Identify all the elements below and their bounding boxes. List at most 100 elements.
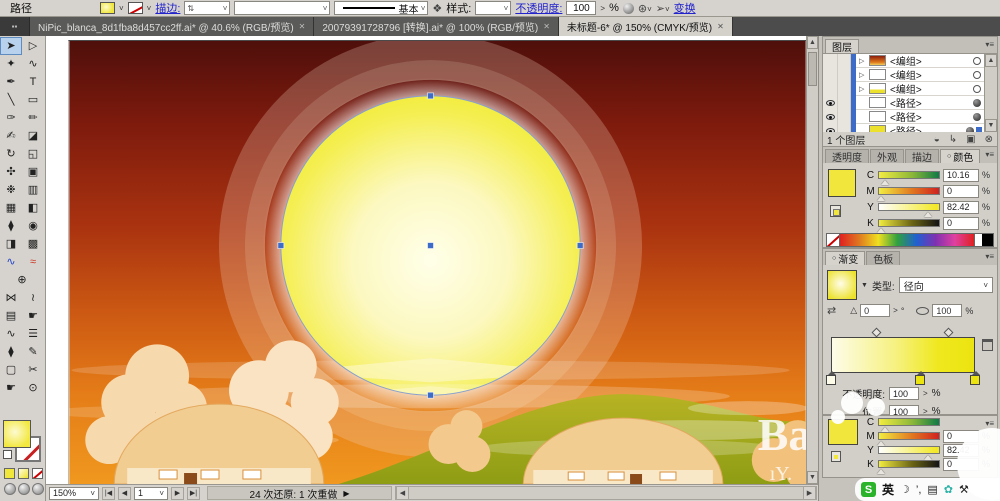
stroke-link[interactable]: 描边:: [155, 0, 180, 16]
new-layer-icon[interactable]: ▣: [966, 134, 975, 145]
expand-icon[interactable]: ▷: [859, 71, 869, 79]
last-page-button[interactable]: ▶|: [187, 486, 200, 500]
mesh-grid-tool[interactable]: ▤: [0, 307, 22, 325]
globe-tool[interactable]: ⊕: [0, 271, 44, 289]
scroll-down-icon[interactable]: ▼: [985, 119, 997, 132]
screen-mode-normal[interactable]: [4, 483, 16, 495]
eraser-tool[interactable]: ◪: [22, 127, 44, 145]
expand-icon[interactable]: ▷: [859, 85, 869, 93]
reverse-gradient-icon[interactable]: ⇄: [827, 304, 836, 317]
yellow-slider[interactable]: [878, 203, 940, 217]
lock-toggle[interactable]: [838, 95, 851, 110]
wave-tool[interactable]: ≈: [22, 253, 44, 271]
visibility-toggle[interactable]: [823, 95, 838, 110]
lock-toggle[interactable]: [838, 109, 851, 124]
recolor-artwork-icon[interactable]: ⊛˅: [638, 2, 652, 15]
select-similar-icon[interactable]: ➢˅: [656, 2, 670, 15]
gradient-midpoint[interactable]: [871, 327, 882, 338]
artboard-tool[interactable]: ▢: [0, 361, 22, 379]
horizontal-scrollbar[interactable]: ◀ ▶: [395, 486, 817, 500]
slider-handle[interactable]: [876, 196, 885, 201]
direct-selection-tool[interactable]: ▷: [22, 37, 44, 55]
color-spectrum-bar[interactable]: [826, 233, 994, 247]
pen-tool[interactable]: ✒: [0, 73, 22, 91]
zoom-level-dropdown[interactable]: 150% ˅: [49, 486, 99, 500]
lasso-tool[interactable]: ∿: [22, 55, 44, 73]
new-sublayer-icon[interactable]: ↳: [949, 134, 957, 145]
eyedropper-tool[interactable]: ⧫: [0, 217, 22, 235]
scroll-left-icon[interactable]: ◀: [396, 487, 409, 499]
ink-dropper-tool[interactable]: ⧫: [0, 343, 22, 361]
page-number-field[interactable]: 1 ˅: [134, 486, 168, 500]
panel-menu-icon[interactable]: ▾≡: [985, 252, 994, 261]
gradient-tool[interactable]: ◧: [22, 199, 44, 217]
target-icon[interactable]: [973, 112, 981, 121]
visibility-toggle[interactable]: [823, 54, 838, 68]
tab-transparency[interactable]: 透明度: [825, 149, 869, 164]
close-tab-icon[interactable]: ✕: [717, 22, 724, 31]
scroll-right-icon[interactable]: ▶: [803, 487, 816, 499]
target-icon[interactable]: [973, 98, 981, 107]
free-transform-tool[interactable]: ▣: [22, 163, 44, 181]
path-scribble-tool[interactable]: ∿: [0, 325, 22, 343]
hand-tool[interactable]: ☛: [0, 379, 22, 397]
visibility-toggle[interactable]: [823, 109, 838, 124]
mesh-tool[interactable]: ▦: [0, 199, 22, 217]
bristle-brush-icon[interactable]: ❖: [432, 2, 442, 15]
spectrum-ramp[interactable]: [840, 234, 974, 246]
keyboard-icon[interactable]: ▤: [927, 483, 937, 496]
magenta-value-field[interactable]: 0: [943, 184, 979, 198]
gradient-swatch-dropdown-icon[interactable]: ▼: [861, 282, 868, 289]
opacity-link[interactable]: 不透明度:: [515, 0, 562, 16]
warp-tool[interactable]: ✣: [0, 163, 22, 181]
punctuation-icon[interactable]: ’,: [916, 484, 922, 496]
white-swatch[interactable]: [974, 234, 982, 246]
document-tab-3-active[interactable]: 未标题-6* @ 150% (CMYK/预览) ✕: [558, 17, 733, 36]
close-tab-icon[interactable]: ✕: [299, 22, 306, 31]
document-tab-1[interactable]: NiPic_blanca_8d1fba8d457cc2ff.ai* @ 40.6…: [30, 17, 315, 36]
none-swatch[interactable]: [827, 234, 840, 246]
target-icon[interactable]: [966, 126, 974, 132]
width-profile-dropdown[interactable]: ˅: [234, 1, 331, 15]
gradient-opacity-field[interactable]: 100: [889, 387, 919, 400]
lock-toggle[interactable]: [838, 54, 851, 68]
blend-tool[interactable]: ◉: [22, 217, 44, 235]
next-page-button[interactable]: ▶: [171, 486, 184, 500]
cyan-value-field[interactable]: 10.16: [943, 168, 979, 182]
prev-page-button[interactable]: ◀: [118, 486, 131, 500]
vertical-scroll-thumb[interactable]: [808, 52, 817, 86]
layer-row[interactable]: ▷ <路径>: [823, 123, 997, 132]
column-graph-tool[interactable]: ▥: [22, 181, 44, 199]
delete-layer-icon[interactable]: ⊗: [985, 134, 993, 145]
panel-menu-icon[interactable]: ▾≡: [985, 419, 994, 428]
slider-handle[interactable]: [876, 469, 885, 474]
live-paint-bucket-tool[interactable]: ◨: [0, 235, 22, 253]
banner-tool[interactable]: ≀: [22, 289, 44, 307]
magic-wand-tool[interactable]: ✦: [0, 55, 22, 73]
make-clip-mask-icon[interactable]: ◒: [934, 134, 940, 145]
fill-proxy-swatch[interactable]: [828, 419, 858, 445]
stroke-weight-spinner[interactable]: ⇅ ˅: [184, 1, 231, 15]
moon-icon[interactable]: ☽: [900, 483, 910, 496]
delete-stop-icon[interactable]: [982, 339, 993, 351]
fill-proxy-swatch[interactable]: [828, 169, 856, 197]
black-slider[interactable]: [876, 219, 940, 233]
black-value-field[interactable]: 0: [943, 216, 979, 230]
default-colors-icon[interactable]: [3, 450, 12, 459]
rectangle-tool[interactable]: ▭: [22, 91, 44, 109]
stroke-proxy-swatch[interactable]: [831, 451, 841, 462]
layer-row[interactable]: ▷ <编组>: [823, 81, 997, 96]
yellow-slider[interactable]: [878, 446, 940, 460]
gradient-angle-field[interactable]: 0: [860, 304, 891, 317]
tab-layers[interactable]: 图层: [825, 39, 859, 54]
gradient-stop[interactable]: [915, 371, 926, 385]
style-dropdown[interactable]: ˅: [475, 1, 512, 15]
black-swatch[interactable]: [982, 234, 993, 246]
symbol-sprayer-tool[interactable]: ❉: [0, 181, 22, 199]
cyan-slider[interactable]: [878, 418, 940, 432]
target-icon[interactable]: [973, 84, 981, 93]
blob-brush-tool[interactable]: ✍: [0, 127, 22, 145]
stroke-proxy-swatch[interactable]: [830, 205, 841, 217]
align-tool[interactable]: ☰: [22, 325, 44, 343]
width-tool[interactable]: ∿: [0, 253, 22, 271]
